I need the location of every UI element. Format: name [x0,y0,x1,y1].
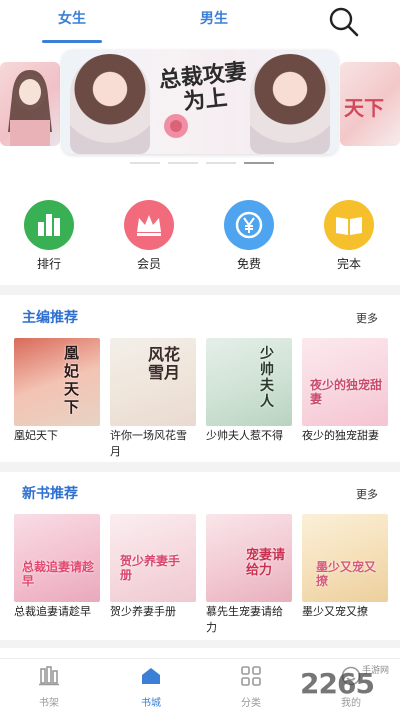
ranking-bars-icon [38,214,60,236]
banner-main-card[interactable]: 总裁攻妻为上 [62,50,338,154]
carousel-dot[interactable] [130,162,160,164]
carousel-dot[interactable] [168,162,198,164]
book-cover-title: 夜少的独宠甜妻 [310,378,383,406]
book-cover: 凰妃天下 [14,338,100,426]
carousel-dot-active[interactable] [244,162,274,164]
category-grid-icon [241,666,261,686]
new-books-more-link[interactable]: 更多 [356,486,378,502]
book-title: 慕先生宠妻请给力 [206,605,283,634]
book-title: 夜少的独宠甜妻 [302,429,379,442]
book-cover: 总裁追妻请趁早 [14,514,100,602]
section-divider [0,462,400,472]
nav-category-label: 分类 [241,698,261,709]
book-cover: 贺少养妻手册 [110,514,196,602]
banner-carousel[interactable]: 总裁攻妻为上 天下 [0,48,400,158]
banner-title: 总裁攻妻为上 [157,58,248,116]
category-completed-label: 完本 [336,257,361,271]
book-cover: 宠妻请给力 [206,514,292,602]
search-icon[interactable] [326,4,362,40]
crown-icon [137,215,161,236]
book-title: 凰妃天下 [14,429,58,442]
watermark-site: 手游网 [362,666,390,676]
book-cover-title: 墨少又宠又撩 [316,560,377,588]
banner-next-title: 天下 [344,96,384,120]
category-ranking-label: 排行 [36,257,61,271]
nav-bookshelf-label: 书架 [39,698,59,709]
nav-category[interactable]: 分类 [231,665,271,709]
category-vip-label: 会员 [136,257,161,271]
book-title: 许你一场风花雪月 [110,429,187,458]
book-title: 墨少又宠又撩 [302,605,368,618]
store-house-icon [142,668,160,684]
bookshelf-icon [39,666,59,686]
new-books-title: 新书推荐 [22,486,78,502]
book-card[interactable]: 风花雪月 许你一场风花雪月 [110,338,196,460]
book-title: 总裁追妻请趁早 [14,605,91,618]
open-book-icon [336,217,362,235]
book-cover-title: 少帅夫人 [260,346,274,410]
editor-picks-more-link[interactable]: 更多 [356,310,378,326]
carousel-dot[interactable] [206,162,236,164]
banner-character-right [250,54,330,154]
category-completed[interactable]: 完本 [319,200,379,272]
banner-character-left [70,54,150,154]
nav-bookshelf[interactable]: 书架 [29,665,69,709]
book-cover: 夜少的独宠甜妻 [302,338,388,426]
yen-coin-icon [235,211,263,239]
book-cover-title: 宠妻请给力 [246,548,286,578]
banner-prev-card[interactable] [0,62,60,146]
book-title: 贺少养妻手册 [110,605,176,618]
category-free[interactable]: 免费 [219,200,279,272]
book-card[interactable]: 墨少又宠又撩 墨少又宠又撩 [302,514,388,620]
book-cover: 风花雪月 [110,338,196,426]
banner-next-card[interactable]: 天下 [340,62,400,146]
book-cover: 少帅夫人 [206,338,292,426]
tab-male[interactable]: 男生 [200,8,228,28]
category-free-label: 免费 [236,257,261,271]
book-cover: 墨少又宠又撩 [302,514,388,602]
site-watermark: 2265 手游网 [300,663,396,707]
book-card[interactable]: 夜少的独宠甜妻 夜少的独宠甜妻 [302,338,388,444]
category-shortcuts: 排行 会员 免费 完本 [0,200,400,272]
carousel-indicator [130,162,280,166]
book-cover-title: 贺少养妻手册 [120,554,181,582]
book-card[interactable]: 总裁追妻请趁早 总裁追妻请趁早 [14,514,100,620]
category-ranking[interactable]: 排行 [19,200,79,272]
book-title: 少帅夫人惹不得 [206,429,283,442]
book-card[interactable]: 少帅夫人 少帅夫人惹不得 [206,338,292,444]
book-card[interactable]: 宠妻请给力 慕先生宠妻请给力 [206,514,292,636]
nav-store[interactable]: 书城 [131,665,171,709]
book-card[interactable]: 凰妃天下 凰妃天下 [14,338,100,444]
active-tab-indicator [42,40,102,43]
book-cover-title: 总裁追妻请趁早 [22,560,95,588]
book-cover-title: 风花雪月 [148,345,181,382]
book-card[interactable]: 贺少养妻手册 贺少养妻手册 [110,514,196,620]
category-vip[interactable]: 会员 [119,200,179,272]
book-cover-title: 凰妃天下 [64,344,80,416]
tab-female[interactable]: 女生 [58,8,86,28]
top-tab-bar: 女生 男生 [0,0,400,46]
section-divider [0,285,400,295]
section-divider [0,640,400,648]
nav-store-label: 书城 [141,698,161,709]
editor-picks-title: 主编推荐 [22,310,78,326]
